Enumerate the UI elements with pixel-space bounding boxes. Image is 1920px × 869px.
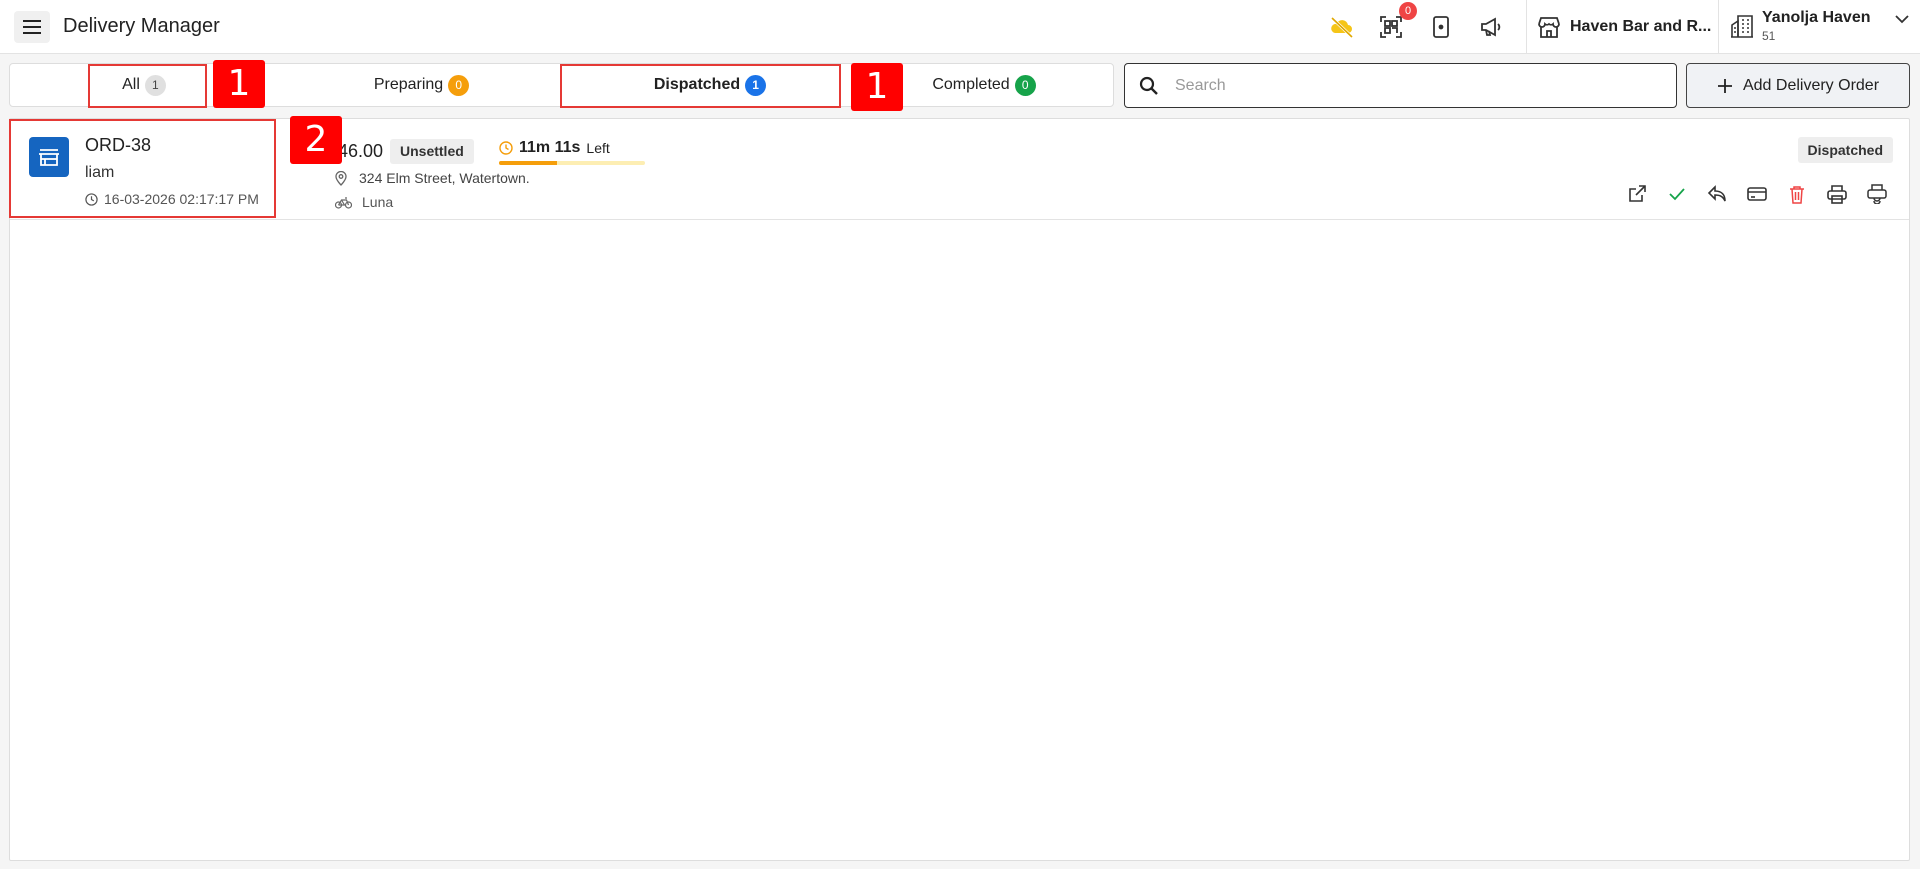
order-actions [1625, 182, 1889, 206]
rider-name: Luna [362, 194, 394, 210]
location-pin-icon [335, 170, 347, 186]
payment-button[interactable] [1745, 182, 1769, 206]
menu-button[interactable] [14, 11, 50, 43]
hamburger-icon [23, 20, 41, 34]
user-subtitle: 51 [1762, 29, 1776, 43]
tab-count-badge: 0 [1014, 74, 1036, 96]
annotation-marker: 2 [290, 116, 342, 164]
header-divider [1526, 0, 1527, 54]
open-order-button[interactable] [1625, 182, 1649, 206]
mobile-button[interactable] [1427, 13, 1455, 41]
delivery-address: 324 Elm Street, Watertown. [335, 170, 530, 186]
qr-code-icon [1380, 16, 1402, 38]
mobile-icon [1433, 16, 1449, 38]
reply-icon [1707, 185, 1726, 202]
timer-progress-bar [499, 161, 645, 165]
qr-orders-button[interactable]: 0 [1377, 2, 1417, 41]
external-link-icon [1629, 185, 1646, 202]
credit-card-icon [1747, 187, 1767, 201]
bicycle-icon [335, 196, 352, 209]
complete-order-button[interactable] [1665, 182, 1689, 206]
print-button[interactable] [1825, 182, 1849, 206]
address-text: 324 Elm Street, Watertown. [359, 170, 530, 186]
search-icon [1139, 76, 1158, 95]
rider-info: Luna [335, 194, 393, 210]
tab-label: Preparing [373, 76, 444, 93]
add-delivery-order-button[interactable]: Add Delivery Order [1686, 63, 1910, 108]
cloud-off-icon [1330, 16, 1354, 38]
timer-progress-fill [499, 161, 558, 165]
search-input[interactable] [1175, 76, 1655, 95]
add-button-label: Add Delivery Order [1742, 76, 1880, 94]
store-name: Haven Bar and R... [1570, 18, 1712, 35]
delivery-timer: 11m 11s Left [499, 139, 610, 157]
highlight-tab-dispatched [560, 64, 841, 108]
orders-panel: ORD-38 liam 16-03-2026 02:17:17 PM 46.00… [9, 118, 1910, 861]
check-icon [1669, 188, 1685, 201]
printer-icon [1827, 184, 1847, 204]
top-bar: Delivery Manager 0 Haven Bar and R... Ya… [0, 0, 1920, 54]
announcement-button[interactable] [1477, 13, 1505, 41]
page-title: Delivery Manager [63, 15, 220, 37]
user-info: Yanolja Haven 51 [1762, 8, 1871, 44]
cloud-off-button[interactable] [1328, 13, 1356, 41]
annotation-marker: 1 [213, 60, 265, 108]
tab-label: Completed [932, 76, 1010, 93]
tab-count-badge: 0 [448, 74, 470, 96]
store-selector[interactable]: Haven Bar and R... [1537, 13, 1711, 41]
printer-refresh-icon [1867, 184, 1887, 204]
return-order-button[interactable] [1705, 182, 1729, 206]
reprint-button[interactable] [1865, 182, 1889, 206]
search-box [1124, 63, 1677, 108]
notification-badge: 0 [1399, 2, 1417, 20]
trash-icon [1790, 185, 1804, 204]
order-amount: 46.00 [338, 141, 384, 161]
timer-suffix: Left [586, 140, 610, 156]
annotation-marker: 1 [851, 63, 903, 111]
payment-status-badge: Unsettled [390, 139, 474, 164]
store-icon [1538, 17, 1560, 38]
clock-icon [499, 141, 513, 155]
user-name: Yanolja Haven [1762, 9, 1871, 26]
plus-icon [1717, 78, 1732, 93]
delete-order-button[interactable] [1785, 182, 1809, 206]
timer-value: 11m 11s [519, 139, 581, 156]
building-icon [1731, 15, 1753, 38]
highlight-tab-all [88, 64, 207, 108]
user-selector[interactable]: Yanolja Haven 51 [1730, 8, 1909, 48]
header-divider [1718, 0, 1719, 54]
chevron-down-icon [1894, 15, 1909, 24]
order-status-badge: Dispatched [1797, 137, 1893, 163]
tab-preparing[interactable]: Preparing 0 [278, 64, 565, 106]
megaphone-icon [1481, 17, 1501, 37]
highlight-order-card [9, 119, 276, 218]
